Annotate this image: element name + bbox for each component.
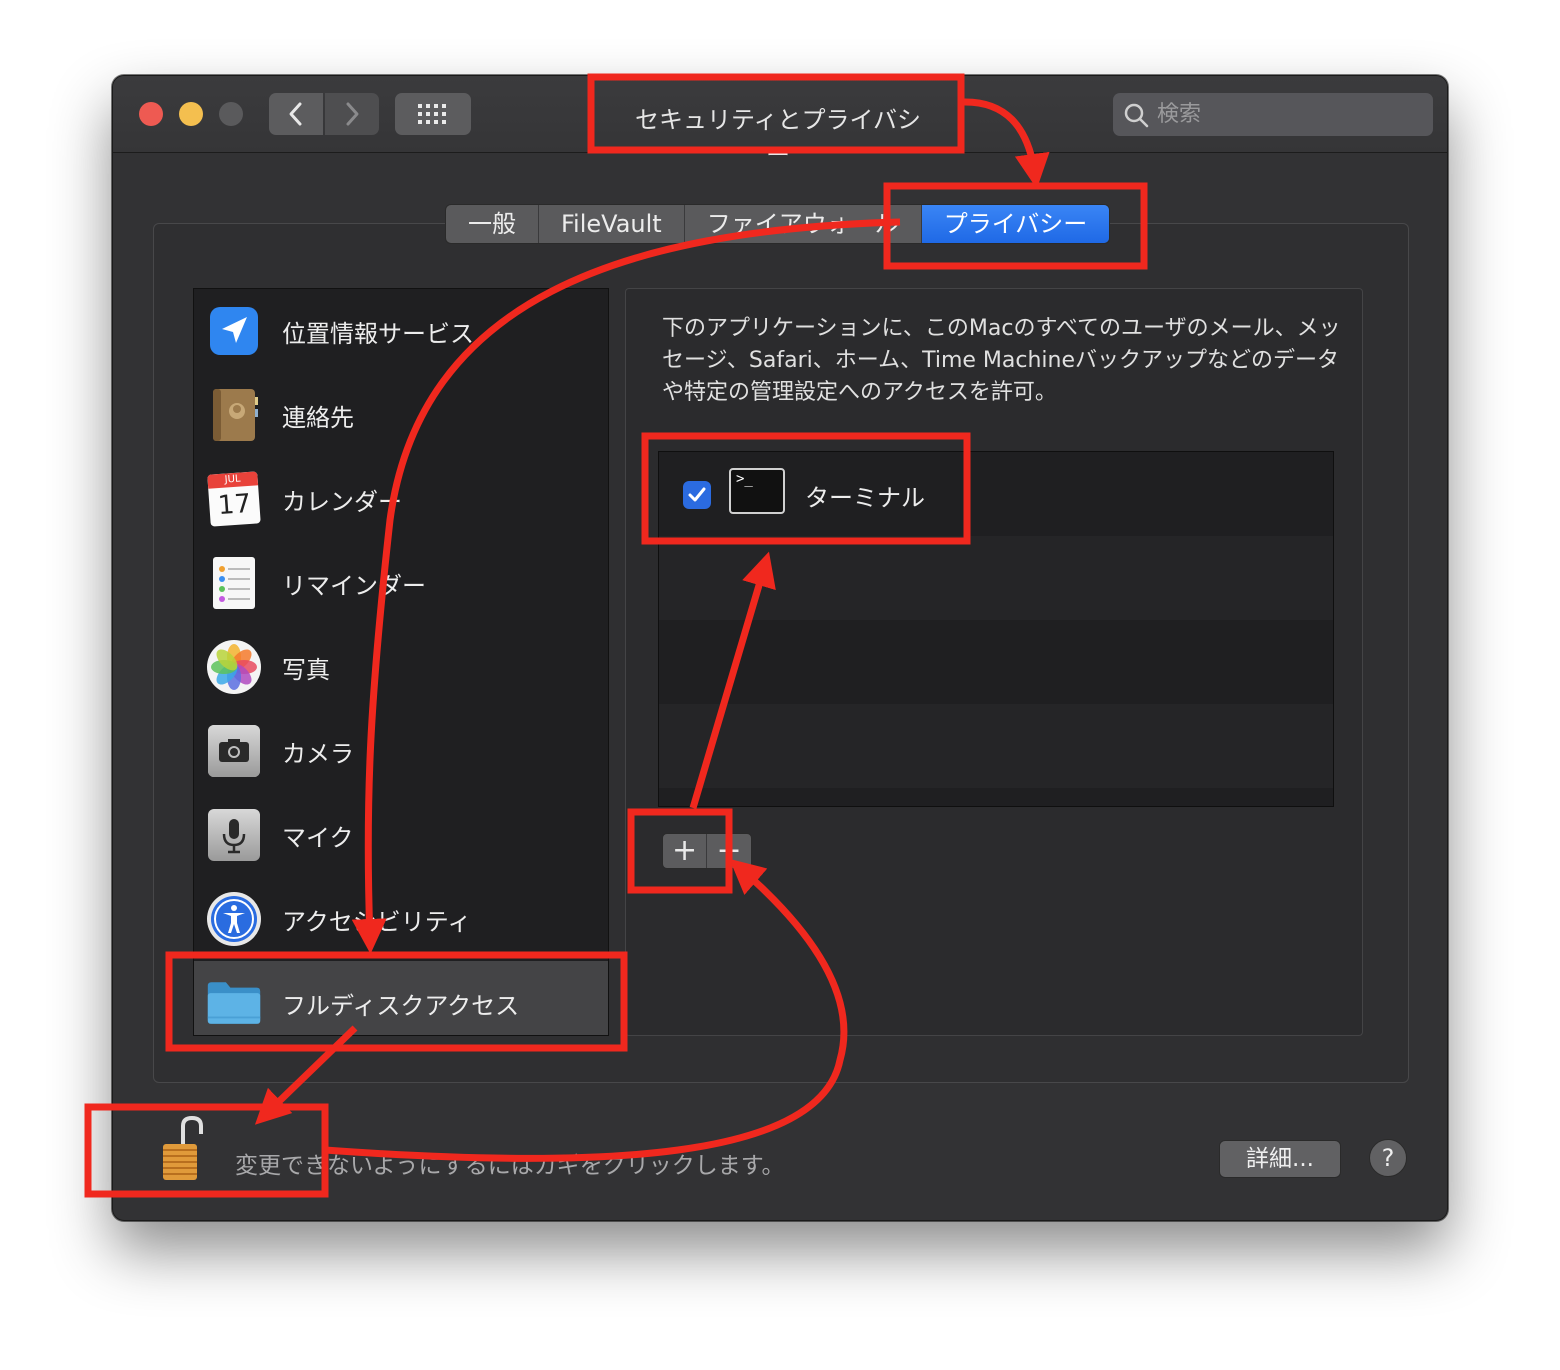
forward-button[interactable] — [325, 93, 379, 135]
sidebar-item-camera[interactable]: カメラ — [194, 709, 608, 793]
sidebar-item-accessibility[interactable]: アクセシビリティ — [194, 877, 608, 961]
grid-icon — [418, 104, 446, 124]
privacy-category-list: 位置情報サービス 連絡先 JUL 17 カレンダー リマインダー 写真 カメラ … — [193, 288, 609, 1036]
sidebar-item-contacts[interactable]: 連絡先 — [194, 373, 608, 457]
app-enable-checkbox[interactable] — [683, 481, 711, 509]
sidebar-item-microphone[interactable]: マイク — [194, 793, 608, 877]
minimize-button[interactable] — [179, 102, 203, 126]
contacts-icon — [206, 387, 262, 443]
tab-privacy[interactable]: プライバシー — [921, 205, 1110, 243]
location-arrow-icon — [206, 303, 262, 359]
search-input[interactable] — [1157, 102, 1417, 127]
back-button[interactable] — [269, 93, 323, 135]
sidebar-item-reminders[interactable]: リマインダー — [194, 541, 608, 625]
sidebar-item-label: アクセシビリティ — [282, 907, 472, 936]
checkmark-icon — [688, 487, 706, 502]
sidebar-item-label: 位置情報サービス — [282, 319, 474, 348]
tab-general[interactable]: 一般 — [446, 205, 539, 243]
titlebar: セキュリティとプライバシー — [113, 76, 1447, 169]
close-button[interactable] — [139, 102, 163, 126]
remove-app-button[interactable]: − — [707, 834, 751, 868]
add-remove-control: + − — [662, 833, 752, 869]
camera-icon — [206, 723, 262, 779]
sidebar-item-label: 連絡先 — [282, 403, 354, 432]
sidebar-item-label: リマインダー — [282, 571, 426, 600]
terminal-icon: >_ — [729, 468, 785, 514]
list-item-empty — [659, 536, 1333, 620]
app-name: ターミナル — [805, 484, 925, 512]
sidebar-item-label: マイク — [282, 823, 354, 852]
sidebar-item-full-disk-access[interactable]: フルディスクアクセス — [194, 961, 608, 1035]
list-item[interactable]: >_ ターミナル — [659, 452, 1333, 536]
pane-description: 下のアプリケーションに、このMacのすべてのユーザのメール、メッセージ、Safa… — [662, 316, 1341, 405]
show-all-button[interactable] — [395, 93, 471, 135]
reminders-icon — [206, 555, 262, 611]
sidebar-item-location[interactable]: 位置情報サービス — [194, 289, 608, 373]
accessibility-icon — [206, 891, 262, 947]
tab-filevault[interactable]: FileVault — [539, 205, 685, 243]
folder-icon — [206, 975, 262, 1031]
search-field[interactable] — [1113, 93, 1433, 136]
sidebar-item-label: カレンダー — [282, 487, 402, 516]
sidebar-item-label: 写真 — [282, 655, 330, 684]
list-item-empty — [659, 704, 1333, 788]
help-button[interactable]: ? — [1369, 1139, 1407, 1177]
sidebar-item-label: フルディスクアクセス — [282, 991, 520, 1020]
calendar-icon: JUL 17 — [206, 471, 262, 527]
microphone-icon — [206, 807, 262, 863]
window-title: セキュリティとプライバシー — [634, 106, 922, 169]
sidebar-item-calendar[interactable]: JUL 17 カレンダー — [194, 457, 608, 541]
full-disk-access-pane: 下のアプリケーションに、このMacのすべてのユーザのメール、メッセージ、Safa… — [625, 288, 1363, 1036]
lock-icon[interactable] — [161, 1115, 205, 1182]
app-list: >_ ターミナル — [658, 451, 1334, 807]
details-button[interactable]: 詳細... — [1219, 1140, 1341, 1178]
preferences-window: セキュリティとプライバシー 一般 FileVault ファイアウォール プライバ… — [112, 75, 1448, 1221]
lock-hint-text: 変更できないようにするにはカギをクリックします。 — [235, 1153, 785, 1179]
terminal-prompt-glyph: >_ — [736, 471, 753, 487]
search-icon — [1124, 103, 1149, 127]
tab-firewall[interactable]: ファイアウォール — [685, 205, 922, 243]
zoom-button[interactable] — [219, 102, 243, 126]
chevron-left-icon — [289, 102, 302, 126]
photos-icon — [206, 639, 262, 695]
calendar-day: 17 — [216, 488, 252, 522]
sidebar-item-photos[interactable]: 写真 — [194, 625, 608, 709]
chevron-right-icon — [346, 102, 359, 126]
add-app-button[interactable]: + — [663, 834, 708, 868]
tab-bar: 一般 FileVault ファイアウォール プライバシー — [445, 204, 1111, 244]
list-item-empty — [659, 620, 1333, 704]
sidebar-item-label: カメラ — [282, 739, 354, 768]
